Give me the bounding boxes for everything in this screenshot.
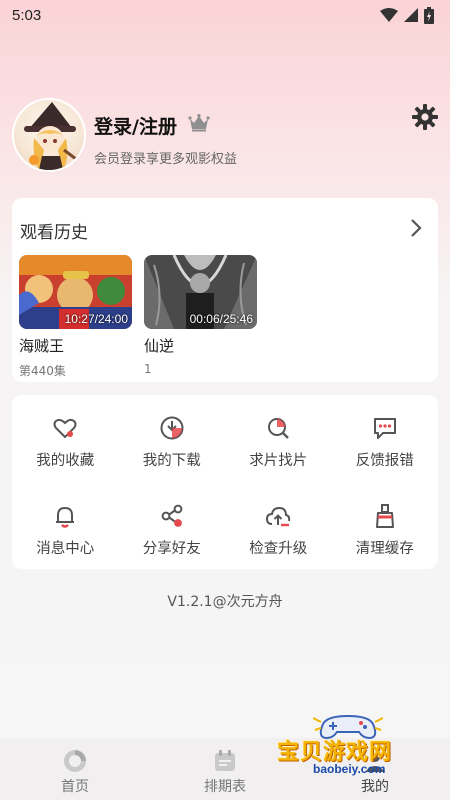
cloud-upload-icon [266,506,291,527]
video-title: 海贼王 [19,337,65,355]
status-time: 5:03 [12,6,42,24]
share-button[interactable]: 分享好友 [119,483,226,569]
menu-label: 消息中心 [36,541,95,557]
share-icon [161,504,183,527]
request-video-button[interactable]: 求片找片 [225,395,332,483]
progress-time: 00:06/25:46 [189,312,253,326]
status-icons [380,6,434,24]
chevron-right-icon[interactable] [410,218,422,238]
menu-label: 我的下载 [142,453,201,469]
clear-cache-button[interactable]: 清理缓存 [332,483,439,569]
nav-label: 首页 [61,779,89,795]
login-register-link[interactable]: 登录/注册 [94,112,177,139]
menu-label: 分享好友 [142,541,201,557]
menu-label: 清理缓存 [355,541,414,557]
status-bar: 5:03 [0,0,450,30]
video-thumbnail[interactable]: 00:06/25:46 [144,255,257,329]
video-title: 仙逆 [144,337,175,355]
nav-home[interactable]: 首页 [20,748,130,796]
signal-icon [404,8,418,22]
avatar-illustration [24,102,81,170]
calendar-icon [215,750,235,771]
profile-header: 登录/注册 会员登录享更多观影权益 [12,98,438,174]
feedback-icon [373,418,396,439]
version-text: V1.2.1@次元方舟 [167,594,283,610]
watch-history-card: 观看历史 10:27/24:00 海贼王 第440集 00:06/25:46 仙… [12,198,438,382]
profile-subtitle: 会员登录享更多观影权益 [94,152,238,167]
menu-label: 反馈报错 [355,453,414,469]
history-title: 观看历史 [20,223,88,243]
home-icon [64,750,86,772]
video-thumbnail[interactable]: 10:27/24:00 [19,255,132,329]
gear-icon[interactable] [412,104,438,130]
search-icon [268,418,290,439]
heart-icon [53,418,77,439]
menu-label: 我的收藏 [36,453,95,469]
broom-icon [375,504,394,528]
downloads-button[interactable]: 我的下载 [119,395,226,483]
feature-menu-card: 我的收藏 我的下载 求片找片 反馈报错 消息中心 分享好友 检查升级 清理缓存 [12,395,438,569]
avatar[interactable] [12,98,86,172]
episode-label: 第440集 [19,364,66,378]
feedback-button[interactable]: 反馈报错 [332,395,439,483]
battery-icon [424,6,434,24]
favorites-button[interactable]: 我的收藏 [12,395,119,483]
history-item[interactable]: 00:06/25:46 仙逆 1 [144,255,257,376]
message-center-button[interactable]: 消息中心 [12,483,119,569]
nav-schedule[interactable]: 排期表 [170,748,280,796]
menu-label: 求片找片 [249,453,308,469]
progress-time: 10:27/24:00 [64,312,128,326]
menu-label: 检查升级 [249,541,308,557]
wifi-icon [380,8,398,22]
watermark-logo: 宝贝游戏网 baobeiy.com [273,712,423,784]
bell-icon [56,507,75,528]
crown-icon [188,114,210,132]
nav-label: 排期表 [204,779,246,795]
history-item[interactable]: 10:27/24:00 海贼王 第440集 [19,255,132,379]
check-update-button[interactable]: 检查升级 [225,483,332,569]
download-icon [160,416,184,440]
watermark-url: baobeiy.com [313,762,386,776]
episode-label: 1 [144,362,152,376]
